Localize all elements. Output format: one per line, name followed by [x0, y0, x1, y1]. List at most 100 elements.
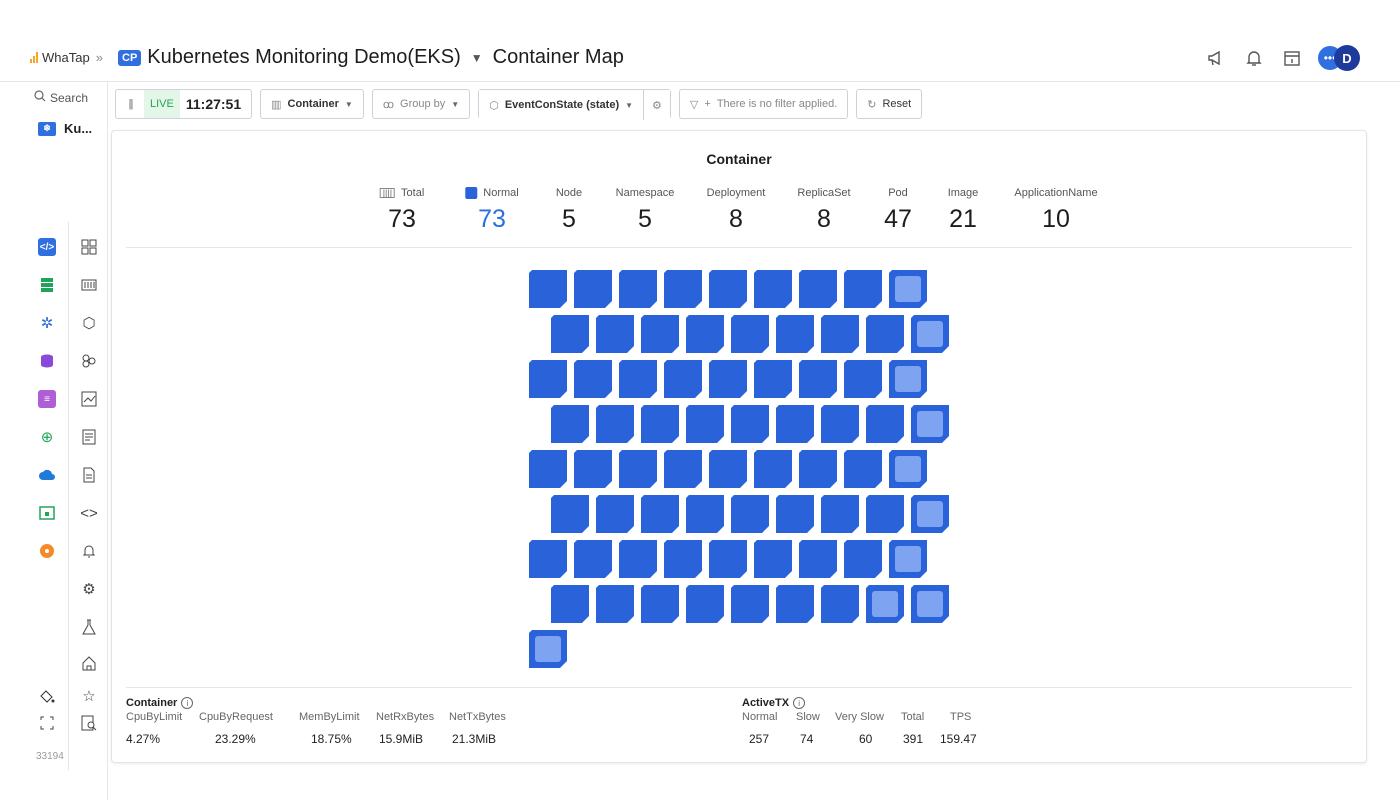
container-tile[interactable]	[596, 405, 634, 443]
container-tile[interactable]	[686, 495, 724, 533]
server-icon[interactable]	[38, 276, 56, 294]
container-tile[interactable]	[551, 405, 589, 443]
url-monitoring-icon[interactable]	[38, 542, 56, 560]
database-icon[interactable]	[38, 352, 56, 370]
container-tile[interactable]	[641, 585, 679, 623]
report-icon[interactable]	[80, 428, 98, 446]
container-tile[interactable]	[821, 585, 859, 623]
container-tile[interactable]	[821, 495, 859, 533]
container-tile[interactable]	[776, 585, 814, 623]
container-tile[interactable]	[529, 630, 567, 668]
container-tile[interactable]	[754, 540, 792, 578]
user-avatar[interactable]: D	[1334, 45, 1360, 71]
container-tile[interactable]	[844, 270, 882, 308]
container-tile[interactable]	[731, 585, 769, 623]
notification-bell-icon[interactable]	[1242, 46, 1266, 70]
info-icon[interactable]: i	[181, 697, 194, 709]
container-tile[interactable]	[641, 495, 679, 533]
container-tile[interactable]	[686, 315, 724, 353]
reset-button[interactable]: ↻ Reset	[856, 89, 923, 119]
project-selector[interactable]: Kubernetes Monitoring Demo(EKS)	[147, 46, 460, 69]
group-icon[interactable]	[80, 352, 98, 370]
container-tile[interactable]	[911, 495, 949, 533]
container-tile[interactable]	[551, 585, 589, 623]
state-settings-button[interactable]: ⚙	[643, 90, 670, 120]
container-tile[interactable]	[799, 270, 837, 308]
container-tile[interactable]	[911, 405, 949, 443]
cloud-icon[interactable]	[38, 466, 56, 484]
container-tile[interactable]	[821, 315, 859, 353]
favorite-star-icon[interactable]: ☆	[80, 687, 98, 705]
container-tile[interactable]	[844, 540, 882, 578]
container-tile[interactable]	[754, 270, 792, 308]
paint-bucket-icon[interactable]	[38, 687, 56, 705]
container-tile[interactable]	[641, 315, 679, 353]
container-tile[interactable]	[889, 360, 927, 398]
calendar-icon[interactable]	[1280, 46, 1304, 70]
container-tile[interactable]	[619, 450, 657, 488]
container-tile[interactable]	[731, 405, 769, 443]
home-icon[interactable]	[80, 654, 98, 672]
container-tile[interactable]	[911, 315, 949, 353]
container-tile[interactable]	[866, 585, 904, 623]
lab-flask-icon[interactable]	[80, 618, 98, 636]
container-tile[interactable]	[574, 540, 612, 578]
dashboard-grid-icon[interactable]	[80, 238, 98, 256]
container-tile[interactable]	[686, 585, 724, 623]
container-tile[interactable]	[799, 540, 837, 578]
container-tile[interactable]	[596, 495, 634, 533]
container-tile[interactable]	[596, 315, 634, 353]
chart-icon[interactable]	[80, 390, 98, 408]
alert-bell-icon[interactable]	[80, 542, 98, 560]
browser-icon[interactable]	[38, 504, 56, 522]
project-dropdown-icon[interactable]: ▼	[471, 51, 483, 65]
container-tile[interactable]	[776, 405, 814, 443]
container-tile[interactable]	[574, 360, 612, 398]
container-tile[interactable]	[529, 360, 567, 398]
container-list-icon[interactable]	[80, 276, 98, 294]
container-tile[interactable]	[551, 315, 589, 353]
container-tile[interactable]	[731, 495, 769, 533]
container-tile[interactable]	[709, 540, 747, 578]
container-tile[interactable]	[731, 315, 769, 353]
group-by-dropdown[interactable]: ꝏ Group by ▼	[371, 89, 471, 119]
container-tile[interactable]	[619, 540, 657, 578]
application-icon[interactable]: </>	[38, 238, 56, 256]
container-tile[interactable]	[619, 360, 657, 398]
container-tile[interactable]	[709, 360, 747, 398]
network-icon[interactable]: ⊕	[38, 428, 56, 446]
expand-sidebar-icon[interactable]: »	[96, 50, 103, 65]
settings-gear-icon[interactable]: ⚙	[80, 580, 98, 598]
sidebar-project[interactable]: ❄ Ku...	[38, 121, 92, 136]
container-tile[interactable]	[844, 360, 882, 398]
container-tile[interactable]	[889, 540, 927, 578]
kubernetes-icon[interactable]: ✲	[38, 314, 56, 332]
code-icon[interactable]: <>	[80, 504, 98, 522]
container-tile[interactable]	[754, 450, 792, 488]
container-tile[interactable]	[889, 450, 927, 488]
info-icon[interactable]: i	[793, 697, 806, 709]
container-tile[interactable]	[574, 450, 612, 488]
container-tile[interactable]	[754, 360, 792, 398]
hexagon-icon[interactable]: ⬡	[80, 314, 98, 332]
container-tile[interactable]	[776, 495, 814, 533]
container-tile[interactable]	[709, 270, 747, 308]
container-tile[interactable]	[664, 450, 702, 488]
container-tile[interactable]	[911, 585, 949, 623]
container-tile[interactable]	[776, 315, 814, 353]
container-dropdown[interactable]: ▥ Container ▼	[260, 89, 364, 119]
container-tile[interactable]	[799, 360, 837, 398]
container-tile[interactable]	[574, 270, 612, 308]
container-tile[interactable]	[844, 450, 882, 488]
container-tile[interactable]	[889, 270, 927, 308]
document-icon[interactable]	[80, 466, 98, 484]
container-tile[interactable]	[641, 405, 679, 443]
log-icon[interactable]: ≡	[38, 390, 56, 408]
container-tile[interactable]	[866, 495, 904, 533]
fullscreen-icon[interactable]	[38, 714, 56, 732]
container-tile[interactable]	[664, 360, 702, 398]
sidebar-search[interactable]: Search	[34, 90, 88, 105]
container-tile[interactable]	[596, 585, 634, 623]
container-tile[interactable]	[866, 315, 904, 353]
container-tile[interactable]	[821, 405, 859, 443]
